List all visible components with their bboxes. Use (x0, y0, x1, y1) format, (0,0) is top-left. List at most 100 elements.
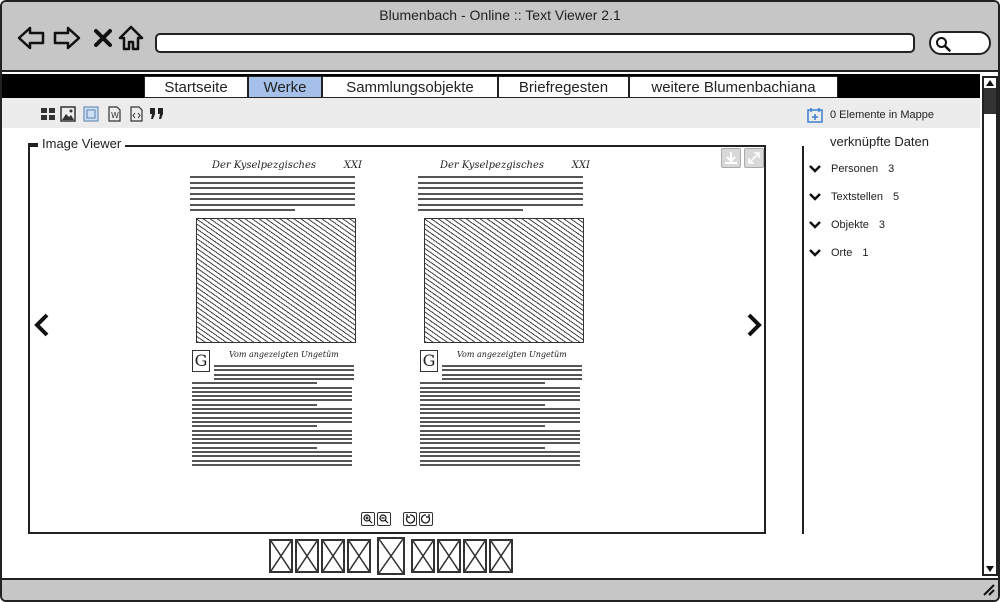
image-placeholder-icon (271, 541, 291, 571)
text-line (214, 377, 354, 380)
zoom-in-icon (363, 514, 373, 524)
tab-briefregesten[interactable]: Briefregesten (498, 76, 629, 98)
side-item-count: 3 (888, 163, 895, 175)
side-item-label: Objekte (831, 219, 869, 231)
text-line (420, 386, 580, 389)
forward-button[interactable] (52, 24, 82, 52)
chevron-down-icon (809, 193, 821, 201)
text-line (192, 416, 352, 419)
subhead: Vom angezeigten Ungetüm (229, 350, 339, 359)
thumbnail[interactable] (295, 539, 319, 573)
prev-page-arrow-icon[interactable] (32, 312, 52, 338)
image-placeholder-icon (413, 541, 433, 571)
home-button[interactable] (116, 24, 146, 52)
thumbnail[interactable] (489, 539, 513, 573)
text-line (420, 403, 545, 406)
thumbnail[interactable] (463, 539, 487, 573)
status-bar (2, 578, 998, 600)
rotate-left-button[interactable] (403, 512, 417, 526)
text-line (420, 399, 580, 402)
text-line (420, 429, 580, 432)
rotate-right-button[interactable] (419, 512, 433, 526)
image-viewer (28, 145, 766, 534)
chevron-down-icon (809, 165, 821, 173)
vertical-scrollbar[interactable] (982, 76, 998, 576)
text-line (192, 395, 352, 398)
text-line (190, 209, 295, 211)
text-line (420, 451, 580, 453)
text-line (418, 176, 583, 178)
thumbnail[interactable] (437, 539, 461, 573)
woodcut-illustration (424, 218, 584, 343)
text-line (192, 433, 352, 436)
side-item-personen[interactable]: Personen 3 (808, 163, 894, 175)
side-item-objekte[interactable]: Objekte 3 (808, 219, 885, 231)
search-box[interactable] (929, 31, 991, 55)
browser-window: Blumenbach - Online :: Text Viewer 2.1 S… (0, 0, 1000, 602)
text-line (420, 455, 580, 458)
page-left: Der Kyselpezgisches XXI G Vom angezeigte… (184, 160, 389, 472)
rotate-left-icon (405, 514, 416, 524)
thumbnail[interactable] (411, 539, 435, 573)
grid-view-icon[interactable] (40, 106, 56, 122)
tab-weitere-blumenbachiana[interactable]: weitere Blumenbachiana (629, 76, 838, 98)
text-line (190, 192, 355, 195)
quote-icon[interactable] (149, 106, 165, 122)
zoom-out-button[interactable] (377, 512, 391, 526)
text-line (418, 192, 583, 195)
download-button[interactable] (721, 148, 741, 168)
next-page-arrow-icon[interactable] (744, 312, 764, 338)
mappe-indicator[interactable]: 0 Elemente in Mappe (807, 105, 934, 125)
expand-button[interactable] (744, 148, 764, 168)
rotate-right-icon (420, 514, 431, 524)
image-icon[interactable] (60, 106, 76, 122)
fullscreen-icon[interactable] (83, 106, 99, 122)
subhead: Vom angezeigten Ungetüm (457, 350, 567, 359)
text-line (190, 198, 355, 200)
text-line (418, 209, 523, 211)
text-line (190, 203, 355, 206)
calendar-add-icon (807, 108, 823, 123)
zoom-in-button[interactable] (361, 512, 375, 526)
thumbnail-active[interactable] (377, 537, 405, 575)
text-line (420, 442, 580, 445)
text-line (192, 412, 352, 415)
svg-text:W: W (111, 111, 119, 120)
text-line (192, 425, 317, 428)
side-item-textstellen[interactable]: Textstellen 5 (808, 191, 899, 203)
text-line (190, 187, 355, 189)
side-item-orte[interactable]: Orte 1 (808, 247, 869, 259)
thumbnail[interactable] (347, 539, 371, 573)
chevron-down-icon (809, 221, 821, 229)
tab-sammlungsobjekte[interactable]: Sammlungsobjekte (322, 76, 498, 98)
thumbnail[interactable] (269, 539, 293, 573)
scroll-up-icon[interactable] (984, 78, 996, 88)
resize-grip-icon[interactable] (980, 582, 996, 596)
code-icon[interactable] (128, 106, 144, 122)
text-line (420, 459, 580, 462)
text-line (192, 403, 317, 406)
text-line (420, 416, 580, 419)
scroll-thumb[interactable] (984, 88, 996, 114)
tab-werke[interactable]: Werke (248, 76, 322, 98)
side-item-label: Personen (831, 163, 879, 175)
stop-button[interactable] (88, 24, 118, 52)
word-doc-icon[interactable]: W (106, 106, 122, 122)
back-arrow-icon (17, 26, 45, 50)
text-line (420, 438, 580, 441)
thumbnail[interactable] (321, 539, 345, 573)
text-line (192, 446, 317, 449)
text-line (214, 365, 354, 367)
text-line (420, 463, 580, 466)
text-line (192, 429, 352, 432)
text-line (192, 442, 352, 445)
page-left-header: Der Kyselpezgisches (212, 160, 317, 171)
page-right-header: Der Kyselpezgisches (440, 160, 545, 171)
viewer-title: Image Viewer (38, 136, 126, 151)
scroll-down-icon[interactable] (984, 564, 996, 574)
back-button[interactable] (16, 24, 46, 52)
tab-startseite[interactable]: Startseite (144, 76, 248, 98)
text-line (420, 395, 580, 398)
mappe-label: 0 Elemente in Mappe (830, 109, 934, 121)
url-input[interactable] (155, 33, 915, 53)
